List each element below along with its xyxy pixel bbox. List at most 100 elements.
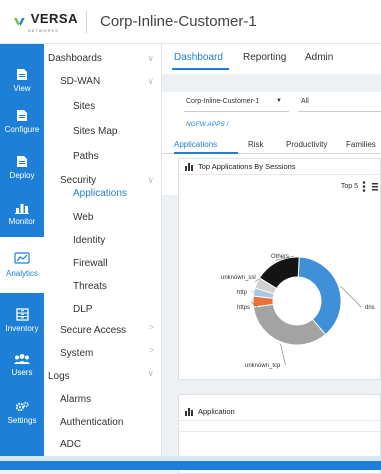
analytics-menu: Dashboards ∨ SD-WAN ∨ Sites Sites Map Pa… bbox=[44, 44, 162, 470]
menu-web[interactable]: Web bbox=[44, 206, 162, 226]
donut-slice-dns[interactable] bbox=[298, 257, 341, 334]
menu-label: Logs bbox=[48, 371, 70, 382]
logo-text: VERSA bbox=[31, 11, 78, 26]
card-title: Top Applications By Sessions bbox=[198, 162, 296, 171]
deploy-icon bbox=[16, 155, 28, 168]
menu-label: System bbox=[60, 348, 93, 359]
donut-label-unknown-tcp: unknown_tcp bbox=[245, 363, 281, 369]
bar-chart-icon bbox=[185, 163, 194, 171]
rail-label-monitor: Monitor bbox=[9, 217, 36, 226]
menu-adc[interactable]: ADC bbox=[44, 433, 162, 453]
sessions-donut-chart: dnsunknown_tcphttpshttpunknown_sslOthers bbox=[179, 177, 381, 377]
menu-label: Applications bbox=[73, 188, 127, 199]
donut-label-others: Others bbox=[271, 254, 289, 260]
tenant-select-underline bbox=[184, 111, 289, 112]
top-tabs: Dashboard Reporting Admin bbox=[162, 44, 381, 74]
rail-label-deploy: Deploy bbox=[10, 171, 35, 180]
inventory-icon bbox=[16, 308, 29, 321]
leader-line-unknown-tcp bbox=[281, 344, 286, 365]
menu-label: Secure Access bbox=[60, 325, 126, 336]
tab-reporting[interactable]: Reporting bbox=[243, 52, 286, 63]
tenant-title: Corp-Inline-Customer-1 bbox=[100, 13, 257, 30]
menu-firewall[interactable]: Firewall bbox=[44, 252, 162, 272]
menu-dashboards[interactable]: Dashboards ∨ bbox=[44, 48, 162, 68]
subtab-families[interactable]: Families bbox=[346, 140, 376, 149]
top-bar: VERSA NETWORKS Corp-Inline-Customer-1 bbox=[0, 0, 381, 44]
donut-label-https: https bbox=[237, 305, 250, 311]
menu-label: Identity bbox=[73, 235, 105, 246]
chevron-right-icon: > bbox=[149, 322, 154, 332]
menu-sites-map[interactable]: Sites Map bbox=[44, 121, 162, 141]
menu-label: Paths bbox=[73, 151, 99, 162]
rail-item-analytics[interactable]: Analytics bbox=[0, 237, 44, 293]
menu-applications[interactable]: Applications bbox=[44, 182, 162, 202]
menu-sd-wan[interactable]: SD-WAN ∨ bbox=[44, 71, 162, 91]
users-icon bbox=[14, 353, 30, 365]
tenant-select[interactable]: Corp-Inline-Customer-1 bbox=[186, 98, 259, 105]
rail-label-users: Users bbox=[12, 368, 33, 377]
menu-dlp[interactable]: DLP bbox=[44, 298, 162, 318]
caret-down-icon[interactable]: ▼ bbox=[276, 98, 282, 104]
top-applications-card: Top Applications By Sessions Top 5 dnsun… bbox=[178, 158, 381, 380]
primary-nav-rail: View Configure Deploy Monitor Analytics … bbox=[0, 44, 44, 470]
menu-label: DLP bbox=[73, 304, 92, 315]
view-icon bbox=[16, 68, 28, 81]
leader-line-dns bbox=[341, 286, 361, 307]
header-divider bbox=[86, 11, 87, 33]
main-content: Dashboard Reporting Admin Corp-Inline-Cu… bbox=[162, 44, 381, 470]
menu-authentication[interactable]: Authentication bbox=[44, 411, 162, 431]
active-subtab-indicator bbox=[174, 152, 238, 154]
monitor-icon bbox=[15, 202, 29, 214]
logo-subtext: NETWORKS bbox=[28, 28, 78, 33]
scope-select[interactable]: All bbox=[301, 98, 309, 105]
menu-label: Sites Map bbox=[73, 126, 117, 137]
rail-label-settings: Settings bbox=[8, 416, 37, 425]
donut-slice-unknown-tcp[interactable] bbox=[253, 304, 325, 345]
rail-label-configure: Configure bbox=[5, 125, 40, 134]
menu-alarms[interactable]: Alarms bbox=[44, 388, 162, 408]
menu-secure-access[interactable]: Secure Access > bbox=[44, 319, 162, 339]
menu-logs[interactable]: Logs ∨ bbox=[44, 365, 162, 385]
menu-label: Authentication bbox=[60, 417, 123, 428]
breadcrumb[interactable]: NGFW.APPS / bbox=[186, 121, 228, 128]
donut-label-http: http bbox=[237, 290, 248, 296]
tab-dashboard[interactable]: Dashboard bbox=[174, 52, 223, 63]
chevron-down-icon: ∨ bbox=[147, 368, 154, 379]
rail-label-analytics: Analytics bbox=[6, 269, 38, 278]
menu-sites[interactable]: Sites bbox=[44, 96, 162, 116]
menu-label: SD-WAN bbox=[60, 76, 100, 87]
bottom-accent-bar bbox=[0, 461, 381, 470]
menu-threats[interactable]: Threats bbox=[44, 275, 162, 295]
chevron-down-icon: ∨ bbox=[147, 76, 154, 87]
card-header: Top Applications By Sessions bbox=[179, 159, 380, 175]
menu-label: ADC bbox=[60, 439, 81, 450]
versa-logo-icon bbox=[14, 15, 25, 29]
rail-item-settings[interactable]: Settings bbox=[0, 385, 44, 441]
menu-label: Dashboards bbox=[48, 53, 102, 64]
menu-system[interactable]: System > bbox=[44, 342, 162, 362]
menu-label: Alarms bbox=[60, 394, 91, 405]
menu-paths[interactable]: Paths bbox=[44, 146, 162, 166]
subtab-risk[interactable]: Risk bbox=[248, 140, 264, 149]
chevron-down-icon: ∨ bbox=[147, 53, 154, 64]
bar-chart-icon bbox=[185, 408, 194, 416]
versa-logo[interactable]: VERSA NETWORKS bbox=[14, 10, 78, 33]
menu-label: Sites bbox=[73, 101, 95, 112]
scope-select-underline bbox=[298, 111, 381, 112]
menu-label: Threats bbox=[73, 281, 107, 292]
chevron-right-icon: > bbox=[149, 345, 154, 355]
analytics-icon bbox=[14, 252, 30, 266]
menu-identity[interactable]: Identity bbox=[44, 229, 162, 249]
rail-item-monitor[interactable]: Monitor bbox=[0, 186, 44, 242]
subtab-productivity[interactable]: Productivity bbox=[286, 140, 327, 149]
donut-label-unknown-ssl: unknown_ssl bbox=[221, 275, 256, 281]
menu-label: Firewall bbox=[73, 258, 107, 269]
subtab-applications[interactable]: Applications bbox=[174, 140, 217, 149]
card-title: Application bbox=[198, 407, 235, 416]
table-header-line bbox=[179, 431, 380, 432]
rail-label-inventory: Inventory bbox=[6, 324, 39, 333]
tab-admin[interactable]: Admin bbox=[305, 52, 333, 63]
menu-label: Web bbox=[73, 212, 93, 223]
card-header: Application bbox=[179, 403, 380, 421]
settings-icon bbox=[15, 401, 29, 413]
